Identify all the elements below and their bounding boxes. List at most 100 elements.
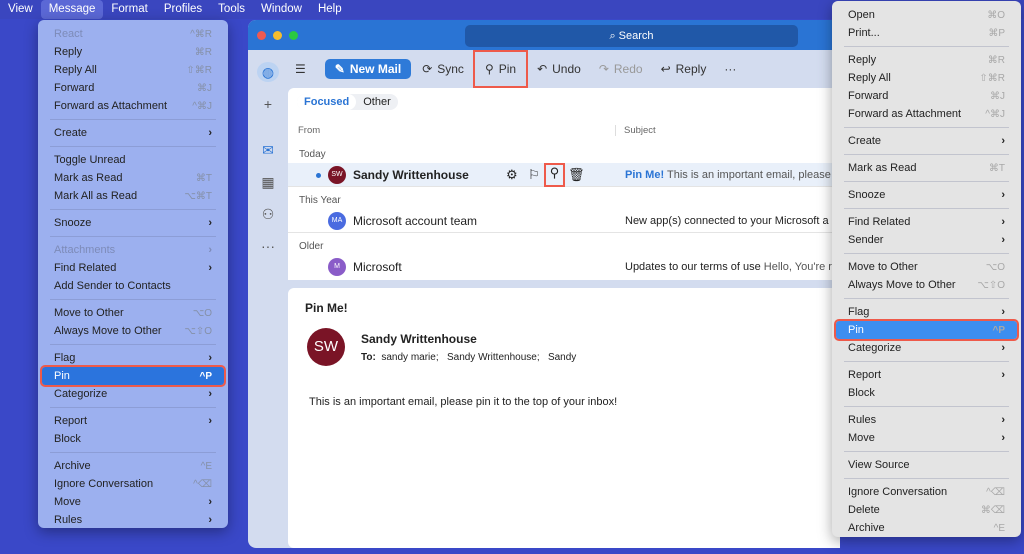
- menu-item-view-source[interactable]: View Source: [836, 456, 1017, 474]
- column-subject[interactable]: Subject: [615, 125, 656, 136]
- menu-item-label: Reply All: [54, 64, 97, 76]
- redo-button[interactable]: ↷ Redo: [592, 56, 650, 82]
- menu-item-move[interactable]: Move ›: [42, 493, 224, 511]
- menu-item-move[interactable]: Move ›: [836, 429, 1017, 447]
- menu-item-forward-as-attachment[interactable]: Forward as Attachment ^⌘J: [836, 105, 1017, 123]
- menu-item-react[interactable]: React ^⌘R: [42, 25, 224, 43]
- menu-item-delete[interactable]: Delete ⌘⌫: [836, 501, 1017, 519]
- menu-item-rules[interactable]: Rules ›: [836, 411, 1017, 429]
- menu-item-label: Print...: [848, 27, 880, 39]
- menu-item-create[interactable]: Create ›: [42, 124, 224, 142]
- menu-item-mark-as-read[interactable]: Mark as Read ⌘T: [42, 169, 224, 187]
- pin-button[interactable]: ⚲ Pin: [472, 50, 529, 88]
- column-from[interactable]: From: [298, 125, 320, 136]
- tab-other[interactable]: Other: [356, 94, 398, 110]
- menu-item-label: Add Sender to Contacts: [54, 280, 171, 292]
- menu-item-open[interactable]: Open ⌘O: [836, 6, 1017, 24]
- menu-item-sender[interactable]: Sender ›: [836, 231, 1017, 249]
- close-window-button[interactable]: [257, 31, 266, 40]
- menu-item-label: Reply All: [848, 72, 891, 84]
- flag-icon[interactable]: ⚐: [528, 167, 540, 183]
- menu-item-move-to-other[interactable]: Move to Other ⌥O: [42, 304, 224, 322]
- menu-item-block[interactable]: Block: [836, 384, 1017, 402]
- menu-item-always-move-to-other[interactable]: Always Move to Other ⌥⇧O: [42, 322, 224, 340]
- search-icon: ⌕: [609, 30, 619, 42]
- menu-item-ignore-conversation[interactable]: Ignore Conversation ^⌫: [42, 475, 224, 493]
- people-icon[interactable]: ⚇: [258, 206, 278, 223]
- more-options-button[interactable]: ···: [717, 56, 743, 82]
- menu-format[interactable]: Format: [103, 0, 155, 19]
- sync-button[interactable]: ⟳ Sync: [415, 56, 471, 82]
- menu-item-ignore-conversation[interactable]: Ignore Conversation ^⌫: [836, 483, 1017, 501]
- pin-icon[interactable]: ⚲: [544, 163, 565, 187]
- message-row[interactable]: SW Sandy Writtenhouse ⚙ ⚐ ⚲ 🗑 Pin Me! Th…: [288, 163, 840, 187]
- zoom-window-button[interactable]: [289, 31, 298, 40]
- menu-help[interactable]: Help: [310, 0, 350, 19]
- compose-icon: ✎: [334, 62, 345, 76]
- menu-item-categorize[interactable]: Categorize ›: [836, 339, 1017, 357]
- menu-item-forward[interactable]: Forward ⌘J: [42, 79, 224, 97]
- chevron-right-icon: ›: [1001, 135, 1005, 147]
- menu-item-categorize[interactable]: Categorize ›: [42, 385, 224, 403]
- menu-item-pin[interactable]: Pin ^P: [40, 365, 226, 387]
- chevron-right-icon: ›: [208, 415, 212, 427]
- menu-item-always-move-to-other[interactable]: Always Move to Other ⌥⇧O: [836, 276, 1017, 294]
- menu-profiles[interactable]: Profiles: [156, 0, 210, 19]
- menu-item-attachments[interactable]: Attachments ›: [42, 241, 224, 259]
- menu-item-report[interactable]: Report ›: [836, 366, 1017, 384]
- minimize-window-button[interactable]: [273, 31, 282, 40]
- add-account-icon[interactable]: +: [258, 96, 278, 112]
- menu-item-snooze[interactable]: Snooze ›: [836, 186, 1017, 204]
- menu-window[interactable]: Window: [253, 0, 310, 19]
- mail-icon[interactable]: ✉: [258, 142, 278, 159]
- trash-icon[interactable]: 🗑: [568, 167, 585, 183]
- menu-item-snooze[interactable]: Snooze ›: [42, 214, 224, 232]
- menu-item-reply[interactable]: Reply ⌘R: [836, 51, 1017, 69]
- search-box[interactable]: ⌕ Search: [465, 25, 798, 47]
- calendar-icon[interactable]: ▦: [258, 174, 278, 191]
- menu-item-toggle-unread[interactable]: Toggle Unread: [42, 151, 224, 169]
- menu-tools[interactable]: Tools: [210, 0, 253, 19]
- message-row[interactable]: MA Microsoft account team New app(s) con…: [288, 209, 840, 233]
- menu-item-reply-all[interactable]: Reply All ⇧⌘R: [42, 61, 224, 79]
- message-row[interactable]: M Microsoft Updates to our terms of use …: [288, 255, 840, 279]
- menu-item-block[interactable]: Block: [42, 430, 224, 448]
- reply-button[interactable]: ↩ Reply: [654, 56, 714, 82]
- menu-item-print[interactable]: Print... ⌘P: [836, 24, 1017, 42]
- more-apps-icon[interactable]: ···: [258, 238, 278, 254]
- menu-item-flag[interactable]: Flag ›: [42, 349, 224, 367]
- menu-item-archive[interactable]: Archive ^E: [836, 519, 1017, 537]
- menu-item-find-related[interactable]: Find Related ›: [42, 259, 224, 277]
- menu-item-mark-all-as-read[interactable]: Mark All as Read ⌥⌘T: [42, 187, 224, 205]
- menu-item-label: Forward: [848, 90, 889, 102]
- settings-icon[interactable]: ⚙: [506, 167, 518, 183]
- menu-item-mark-as-read[interactable]: Mark as Read ⌘T: [836, 159, 1017, 177]
- menu-item-find-related[interactable]: Find Related ›: [836, 213, 1017, 231]
- menu-item-move-to-other[interactable]: Move to Other ⌥O: [836, 258, 1017, 276]
- menu-item-rules[interactable]: Rules ›: [42, 511, 224, 529]
- menu-item-flag[interactable]: Flag ›: [836, 303, 1017, 321]
- menu-item-create[interactable]: Create ›: [836, 132, 1017, 150]
- menu-item-label: Archive: [848, 522, 885, 534]
- menu-item-reply[interactable]: Reply ⌘R: [42, 43, 224, 61]
- chevron-right-icon: ›: [1001, 432, 1005, 444]
- hamburger-menu-icon[interactable]: ☰: [288, 56, 313, 82]
- menu-separator: [844, 253, 1009, 254]
- undo-button[interactable]: ↶ Undo: [530, 56, 588, 82]
- shortcut: ^E: [200, 460, 212, 472]
- context-menu: Open ⌘O Print... ⌘P Reply ⌘R Reply All ⇧⌘R Forwa…: [832, 1, 1021, 537]
- globe-icon[interactable]: ◍: [257, 62, 279, 82]
- tab-focused[interactable]: Focused: [297, 94, 357, 110]
- menu-item-label: Ignore Conversation: [54, 478, 154, 490]
- menu-message[interactable]: Message: [40, 0, 104, 19]
- menu-item-forward[interactable]: Forward ⌘J: [836, 87, 1017, 105]
- menu-item-add-sender-to-contacts[interactable]: Add Sender to Contacts: [42, 277, 224, 295]
- new-mail-button[interactable]: ✎ New Mail: [324, 59, 412, 79]
- menu-item-reply-all[interactable]: Reply All ⇧⌘R: [836, 69, 1017, 87]
- menu-separator: [844, 127, 1009, 128]
- menu-item-forward-as-attachment[interactable]: Forward as Attachment ^⌘J: [42, 97, 224, 115]
- menu-view[interactable]: View: [0, 0, 41, 19]
- menu-item-archive[interactable]: Archive ^E: [42, 457, 224, 475]
- menu-item-report[interactable]: Report ›: [42, 412, 224, 430]
- menu-item-pin[interactable]: Pin ^P: [834, 319, 1019, 341]
